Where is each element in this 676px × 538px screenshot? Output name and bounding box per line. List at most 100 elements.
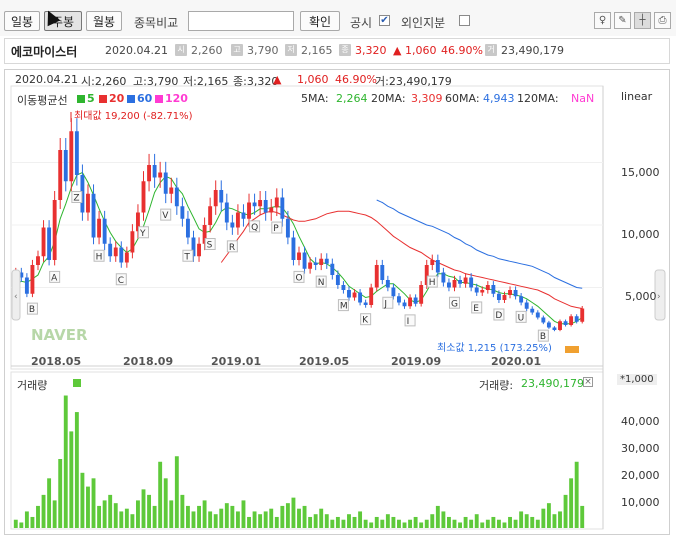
- disclosure-mark[interactable]: D: [493, 308, 505, 321]
- volume-bar: [213, 514, 218, 528]
- close-volume-icon[interactable]: ×: [583, 377, 593, 387]
- candle: [52, 200, 57, 260]
- print-icon[interactable]: ⎙: [654, 12, 671, 29]
- indicator-icon[interactable]: ♀: [594, 12, 611, 29]
- candle: [513, 290, 518, 297]
- monthly-tab[interactable]: 월봉: [86, 11, 122, 31]
- disclosure-mark[interactable]: T: [182, 249, 194, 262]
- price-chart[interactable]: B A Z H C Y V T S R Q P O N M K J I H G E D U B ‹ › NAVER 최대값 1…: [5, 70, 669, 534]
- volume-bar: [352, 516, 357, 528]
- candle: [235, 212, 240, 228]
- candle: [558, 321, 562, 330]
- left-arrow-icon: ‹: [14, 292, 18, 302]
- volume-bar: [513, 519, 518, 528]
- disclosure-mark-letter: D: [495, 311, 502, 321]
- candle: [341, 285, 346, 290]
- volume-bar: [530, 516, 535, 528]
- candle: [335, 275, 340, 285]
- volume-bar: [558, 511, 562, 528]
- volume-bar: [485, 519, 490, 528]
- disclosure-checkbox[interactable]: ✔: [379, 15, 390, 26]
- volume-bar: [363, 519, 368, 528]
- candle: [213, 190, 218, 207]
- disclosure-mark[interactable]: H: [426, 275, 438, 288]
- pencil-icon[interactable]: ✎: [614, 12, 631, 29]
- disclosure-mark[interactable]: M: [337, 299, 349, 312]
- candle: [491, 285, 496, 294]
- disclosure-mark-letter: B: [540, 332, 546, 342]
- volume-bar: [441, 511, 446, 528]
- candle: [30, 265, 35, 294]
- disclosure-mark[interactable]: O: [293, 270, 305, 283]
- candle: [508, 290, 512, 295]
- volume-bar: [474, 514, 479, 528]
- volume-bar: [502, 522, 507, 528]
- disclosure-mark[interactable]: I: [404, 314, 416, 327]
- stock-change: ▲ 1,060: [393, 44, 437, 57]
- chart-container[interactable]: B A Z H C Y V T S R Q P O N M K J I H G E D U B ‹ › NAVER 최대값 1…: [4, 69, 670, 535]
- volume-bar: [58, 459, 63, 528]
- volume-bar: [41, 494, 46, 528]
- candle: [97, 218, 102, 238]
- disclosure-mark[interactable]: S: [204, 238, 216, 251]
- disclosure-mark[interactable]: A: [49, 270, 61, 283]
- disclosure-mark[interactable]: P: [271, 221, 283, 234]
- stock-high: 3,790: [247, 44, 279, 57]
- disclosure-mark[interactable]: J: [382, 296, 394, 309]
- volume-bar: [397, 519, 401, 528]
- candle: [124, 252, 129, 263]
- volume-bar: [47, 478, 52, 528]
- disclosure-mark[interactable]: K: [360, 313, 372, 326]
- candle: [530, 308, 535, 313]
- disclosure-mark[interactable]: V: [160, 208, 172, 221]
- crosshair-icon[interactable]: ┼: [634, 12, 651, 29]
- candle: [363, 302, 368, 305]
- disclosure-mark[interactable]: E: [471, 301, 483, 314]
- candle: [258, 200, 263, 207]
- volume-bar: [219, 508, 224, 528]
- header-date: 2020.04.21: [15, 73, 78, 86]
- volume-bar: [197, 505, 201, 528]
- scale-mode-toggle[interactable]: linear: [621, 90, 652, 103]
- volume-bar: [141, 489, 146, 528]
- volume-bar: [63, 395, 68, 528]
- confirm-button[interactable]: 확인: [300, 11, 340, 31]
- candle: [380, 265, 385, 280]
- volume-bar: [408, 519, 413, 528]
- candle: [430, 260, 435, 265]
- ma5-swatch: [77, 95, 85, 103]
- candle: [485, 285, 490, 290]
- volume-bar: [74, 412, 79, 528]
- volume-bar: [291, 497, 296, 528]
- candle: [158, 172, 163, 178]
- disclosure-mark[interactable]: N: [315, 275, 327, 288]
- compare-input[interactable]: [188, 11, 294, 31]
- disclosure-mark[interactable]: R: [226, 240, 238, 253]
- candle: [519, 296, 524, 303]
- volume-bar: [313, 514, 318, 528]
- disclosure-mark[interactable]: C: [115, 273, 127, 286]
- disclosure-mark[interactable]: U: [515, 310, 527, 323]
- disclosure-mark[interactable]: Y: [138, 226, 150, 239]
- disclosure-mark[interactable]: H: [93, 249, 105, 262]
- candle: [91, 193, 96, 238]
- candle: [24, 277, 29, 294]
- candle: [291, 237, 296, 260]
- disclosure-mark[interactable]: B: [537, 329, 549, 342]
- disclosure-mark[interactable]: Z: [71, 191, 83, 204]
- disclosure-mark[interactable]: G: [448, 296, 460, 309]
- foreign-share-checkbox[interactable]: [459, 15, 470, 26]
- disclosure-mark-letter: T: [183, 252, 190, 262]
- volume-bar: [185, 505, 190, 528]
- daily-tab[interactable]: 일봉: [4, 11, 40, 31]
- ma20-legend: 20: [109, 92, 125, 105]
- disclosure-mark-letter: J: [383, 299, 387, 309]
- candle: [352, 292, 357, 298]
- disclosure-mark[interactable]: B: [26, 302, 38, 315]
- disclosure-mark-letter: Q: [251, 223, 258, 233]
- volume-bar: [469, 519, 474, 528]
- price-tick: 10,000: [621, 228, 660, 241]
- disclosure-mark[interactable]: Q: [249, 220, 261, 233]
- volume-value-label: 거래량:: [479, 379, 514, 392]
- candle: [313, 262, 318, 265]
